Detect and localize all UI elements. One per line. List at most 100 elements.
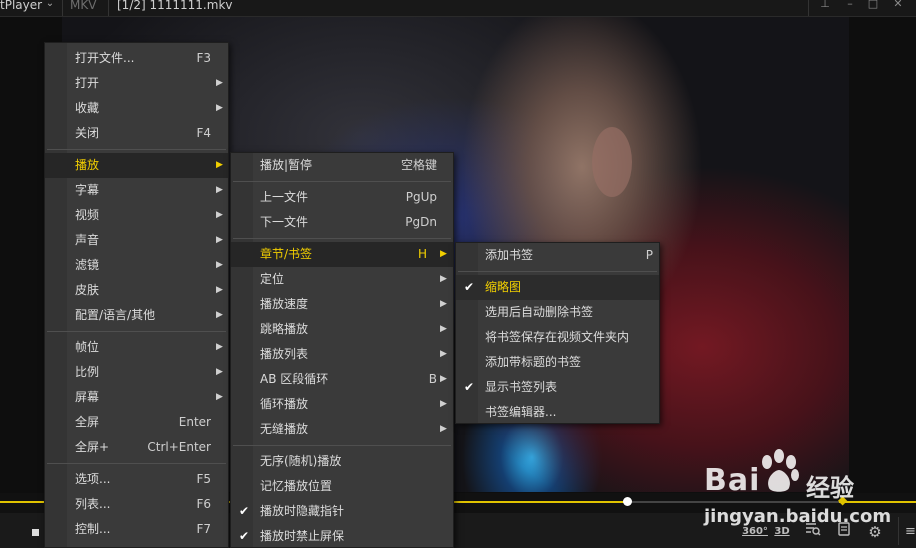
submenu-arrow-icon: ▶ [440,299,447,309]
baidu-watermark: Bai 经验 jingyan.baidu.com [700,448,912,548]
menu-item-video[interactable]: 视频 ▶ [45,203,228,228]
close-icon[interactable]: ✕ [890,0,906,14]
pin-icon[interactable]: ⊥ [817,0,833,14]
menu-item-ab-loop[interactable]: AB 区段循环 B ▶ [231,367,453,392]
main-context-menu: 打开文件... F3 打开 ▶ 收藏 ▶ 关闭 F4 播放 ▶ 字幕 ▶ 视频 ▶ 声音 ▶ 滤… [44,42,229,548]
menu-item-skip-play[interactable]: 跳略播放 ▶ [231,317,453,342]
menu-separator [47,149,226,150]
submenu-arrow-icon: ▶ [216,260,223,270]
menu-item-options[interactable]: 选项... F5 [45,467,228,492]
submenu-arrow-icon: ▶ [216,78,223,88]
menu-item-fullscreen-plus[interactable]: 全屏+ Ctrl+Enter [45,435,228,460]
menu-item-label: 将书签保存在视频文件夹内 [485,330,630,344]
submenu-arrow-icon: ▶ [216,285,223,295]
menu-item-next-file[interactable]: 下一文件 PgDn [231,210,453,235]
submenu-arrow-icon: ▶ [216,367,223,377]
menu-item-audio[interactable]: 声音 ▶ [45,228,228,253]
menu-item-auto-delete[interactable]: 选用后自动删除书签 [456,300,659,325]
menu-item-gapless[interactable]: 无缝播放 ▶ [231,417,453,442]
menu-separator [233,445,451,446]
menu-item-shortcut: F7 [196,522,211,536]
menu-item-open-file[interactable]: 打开文件... F3 [45,46,228,71]
menu-item-label: 全屏 [75,415,100,429]
menu-item-remember-position[interactable]: 记忆播放位置 [231,474,453,499]
menu-item-label: 字幕 [75,183,100,197]
watermark-cn: 经验 [806,474,854,502]
submenu-arrow-icon: ▶ [440,399,447,409]
menu-item-fullscreen[interactable]: 全屏 Enter [45,410,228,435]
menu-item-label: 无缝播放 [260,422,309,436]
menu-item-label: 无序(随机)播放 [260,454,342,468]
menu-item-label: 添加书签 [485,248,534,262]
submenu-arrow-icon: ▶ [440,349,447,359]
submenu-arrow-icon: ▶ [216,342,223,352]
menu-item-prev-file[interactable]: 上一文件 PgUp [231,185,453,210]
menu-item-label: 控制... [75,522,111,536]
menu-item-label: 配置/语言/其他 [75,308,156,322]
menu-item-label: 下一文件 [260,215,309,229]
menu-item-shortcut: H [417,247,427,261]
menu-item-disable-screensaver[interactable]: ✔ 播放时禁止屏保 [231,524,453,548]
menu-item-play-pause[interactable]: 播放|暂停 空格键 [231,153,453,178]
menu-item-screen[interactable]: 屏幕 ▶ [45,385,228,410]
submenu-arrow-icon: ▶ [216,103,223,113]
submenu-arrow-icon: ▶ [216,210,223,220]
menu-item-filters[interactable]: 滤镜 ▶ [45,253,228,278]
menu-item-list[interactable]: 列表... F6 [45,492,228,517]
menu-item-frame[interactable]: 帧位 ▶ [45,335,228,360]
menu-item-subtitles[interactable]: 字幕 ▶ [45,178,228,203]
submenu-arrow-icon: ▶ [440,424,447,434]
menu-item-add-titled-bookmark[interactable]: 添加带标题的书签 [456,350,659,375]
video-content [592,127,632,197]
menu-item-playlist[interactable]: 播放列表 ▶ [231,342,453,367]
menu-item-config[interactable]: 配置/语言/其他 ▶ [45,303,228,328]
menu-item-seek[interactable]: 定位 ▶ [231,267,453,292]
menu-item-shortcut: F3 [196,51,211,65]
menu-item-open[interactable]: 打开 ▶ [45,71,228,96]
menu-item-ratio[interactable]: 比例 ▶ [45,360,228,385]
menu-item-label: 滤镜 [75,258,100,272]
menu-item-shortcut: F6 [196,497,211,511]
seek-handle[interactable] [623,497,632,506]
menu-item-show-bookmark-list[interactable]: ✔ 显示书签列表 [456,375,659,400]
menu-item-label: 关闭 [75,126,100,140]
menu-item-label: 选用后自动删除书签 [485,305,594,319]
submenu-arrow-icon: ▶ [216,235,223,245]
menu-item-chapters-bookmarks[interactable]: 章节/书签 H ▶ [231,242,453,267]
menu-item-label: 选项... [75,472,111,486]
menu-item-label: 书签编辑器... [485,405,557,419]
menu-item-loop[interactable]: 循环播放 ▶ [231,392,453,417]
menu-item-play[interactable]: 播放 ▶ [45,153,228,178]
menu-item-label: 打开文件... [75,51,135,65]
menu-item-control[interactable]: 控制... F7 [45,517,228,542]
menu-item-label: 视频 [75,208,100,222]
menu-item-thumbnail[interactable]: ✔ 缩略图 [456,275,659,300]
menu-item-save-in-folder[interactable]: 将书签保存在视频文件夹内 [456,325,659,350]
menu-separator [458,271,657,272]
menu-item-label: 打开 [75,76,100,90]
menu-item-bookmark-editor[interactable]: 书签编辑器... [456,400,659,425]
menu-item-speed[interactable]: 播放速度 ▶ [231,292,453,317]
menu-item-label: 列表... [75,497,111,511]
submenu-arrow-icon: ▶ [216,392,223,402]
menu-item-label: 帧位 [75,340,100,354]
menu-item-hide-cursor[interactable]: ✔ 播放时隐藏指针 [231,499,453,524]
app-title[interactable]: tPlayer [0,0,42,17]
menu-item-label: 记忆播放位置 [260,479,333,493]
menu-item-skins[interactable]: 皮肤 ▶ [45,278,228,303]
chevron-down-icon[interactable]: ⌄ [41,0,59,17]
menu-item-shortcut: Ctrl+Enter [147,440,211,454]
minimize-icon[interactable]: – [842,0,858,14]
stop-icon[interactable] [32,529,39,536]
menu-item-add-bookmark[interactable]: 添加书签 P [456,243,659,268]
menu-item-favorites[interactable]: 收藏 ▶ [45,96,228,121]
menu-item-label: 播放列表 [260,347,309,361]
file-title: [1/2] 1111111.mkv [117,0,233,12]
menu-item-label: 皮肤 [75,283,100,297]
menu-item-label: 跳略播放 [260,322,309,336]
menu-item-close[interactable]: 关闭 F4 [45,121,228,146]
menu-item-shortcut: P [645,248,653,262]
maximize-icon[interactable]: □ [865,0,881,14]
menu-item-label: 屏幕 [75,390,100,404]
menu-item-shuffle[interactable]: 无序(随机)播放 [231,449,453,474]
